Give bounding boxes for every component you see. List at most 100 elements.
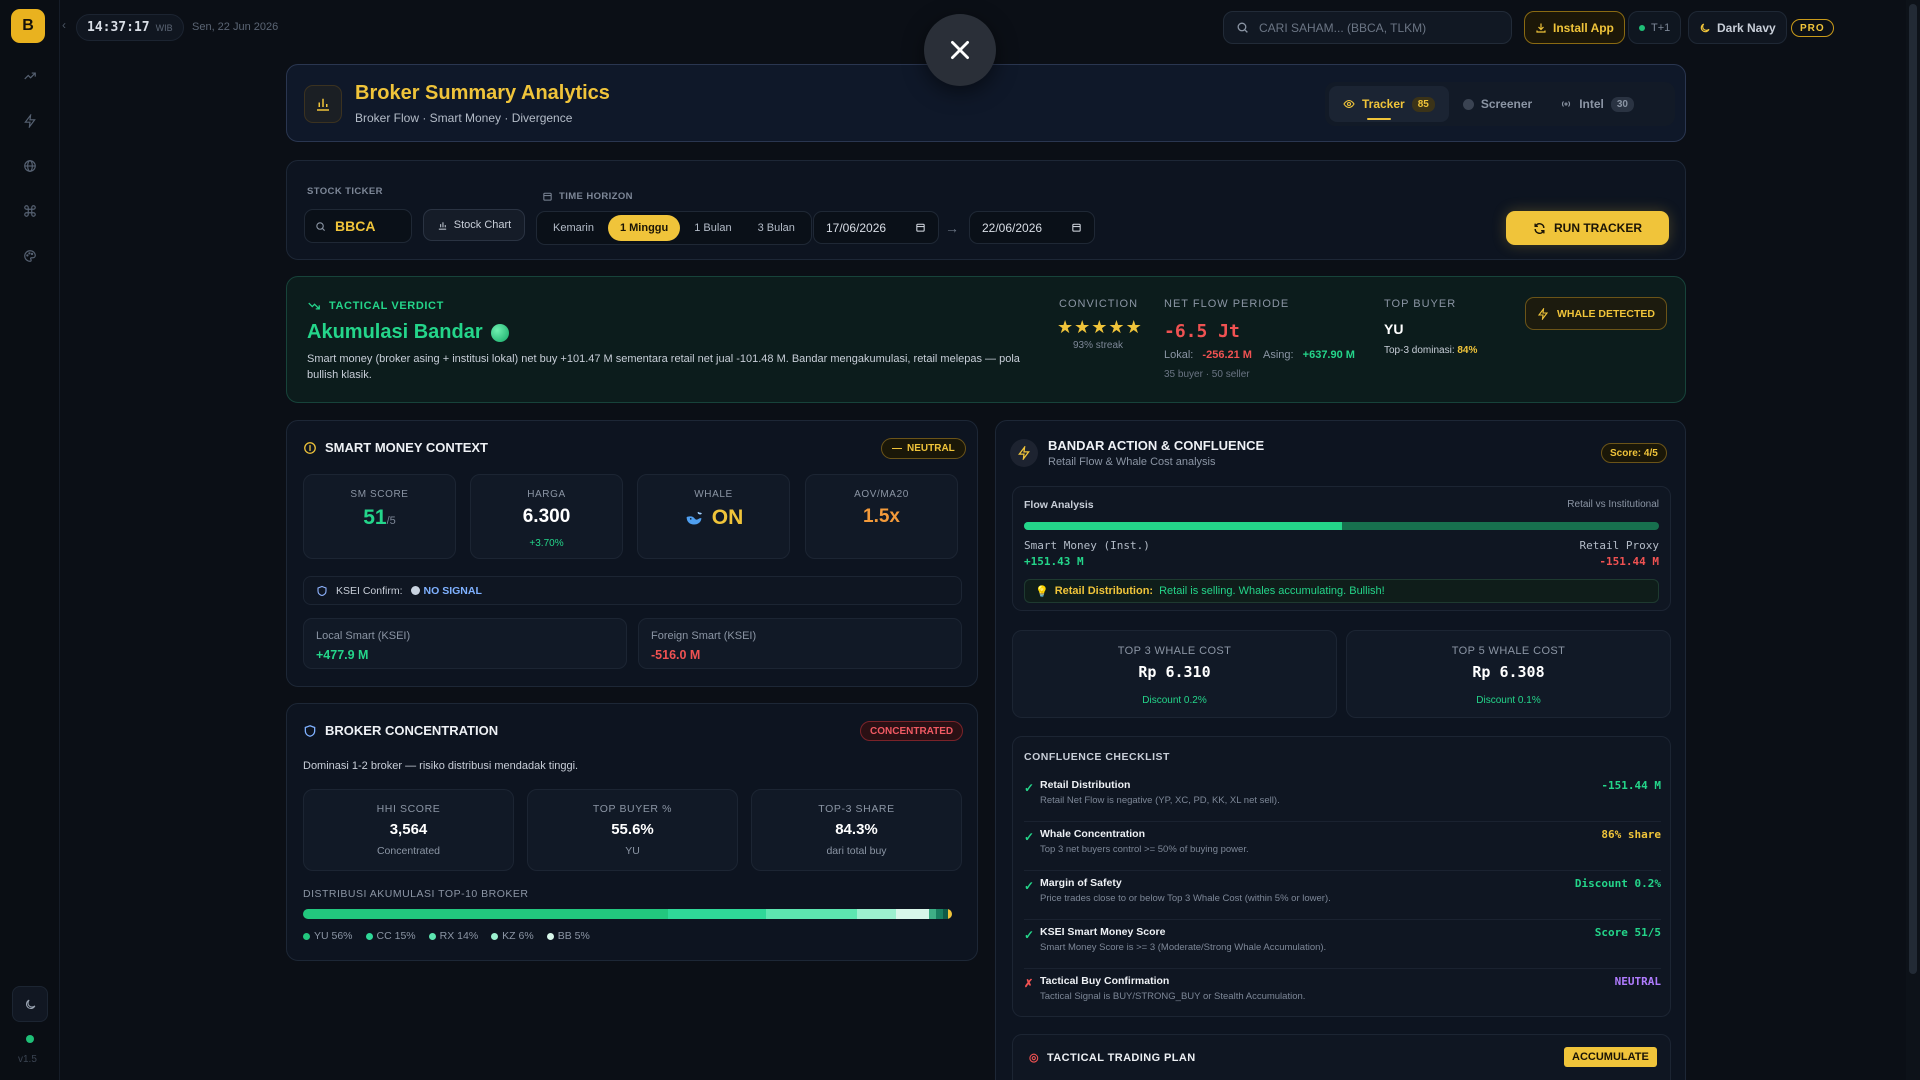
clock-time: 14:37:17 [87,20,150,35]
horizon-option[interactable]: 3 Bulan [746,215,807,241]
tile-value: 1.5x [863,506,900,527]
ksei-status: NO SIGNAL [410,585,482,597]
smart-money-header: SMART MONEY CONTEXT [303,440,488,455]
install-app-button[interactable]: Install App [1524,11,1625,44]
whale-detected-badge[interactable]: WHALE DETECTED [1525,297,1667,330]
tile-value: 6.300 [522,506,571,527]
chevron-left-icon[interactable]: ‹ [62,18,66,32]
checklist-title: CONFLUENCE CHECKLIST [1024,751,1170,763]
distribution-segment [667,909,766,919]
app-logo[interactable]: B [11,9,45,43]
settlement-badge[interactable]: T+1 [1628,11,1682,44]
star-icon: ★ [1125,317,1143,337]
palette-icon[interactable] [18,244,42,268]
horizon-selector: Kemarin 1 Minggu 1 Bulan 3 Bulan [536,211,812,245]
refresh-icon [1534,222,1545,234]
shield-icon [317,585,327,596]
tile-value: 55.6% [611,821,654,838]
checklist-item-desc: Smart Money Score is >= 3 (Moderate/Stro… [1040,942,1327,953]
bandar-action-card: BANDAR ACTION & CONFLUENCE Retail Flow &… [995,420,1686,1080]
scrollbar-thumb[interactable] [1909,4,1917,974]
verdict-kicker: TACTICAL VERDICT [307,299,444,313]
distribution-segment [765,909,857,919]
checklist-item: ✓ Whale Concentration Top 3 net buyers con… [1024,823,1661,871]
broker-concentration-header: BROKER CONCENTRATION [303,723,498,738]
checklist-item-name: KSEI Smart Money Score [1040,926,1166,938]
smart-money-fill [1024,522,1342,530]
legend-item: BB 5% [546,930,590,942]
scrollbar[interactable] [1906,0,1920,1080]
alert-text: Retail is selling. Whales accumulating. … [1159,585,1385,597]
tab-intel[interactable]: Intel 30 [1546,86,1648,122]
top-buyer-pct-tile: TOP BUYER % 55.6% YU [527,789,738,871]
tile-label: HHI SCORE [376,803,441,815]
search-box[interactable] [1223,11,1512,44]
top-buyer-value: YU [1384,321,1404,337]
verdict-title: Akumulasi Bandar [307,321,509,344]
sm-score-tile: SM SCORE 51/5 [303,474,456,559]
local-smart-box: Local Smart (KSEI) +477.9 M [303,618,627,669]
tile-label: WHALE [694,489,733,500]
flow-analysis-caption: Retail vs Institutional [1567,499,1659,510]
conviction-label: CONVICTION [1059,298,1139,310]
theme-select-button[interactable]: Dark Navy [1688,11,1787,44]
screener-icon [1462,98,1474,110]
lightning-icon[interactable] [18,109,42,133]
theme-toggle-button[interactable] [12,986,48,1022]
checklist-item-desc: Price trades close to or below Top 3 Wha… [1040,893,1331,904]
distribution-segment [856,909,896,919]
ticker-value: BBCA [335,218,376,234]
tile-label: SM SCORE [350,489,409,500]
broker-concentration-card: BROKER CONCENTRATION CONCENTRATED Domina… [286,703,978,961]
flow-balance-bar [1024,522,1659,530]
trend-icon[interactable] [18,64,42,88]
tactical-plan-panel: ◎ TACTICAL TRADING PLAN ACCUMULATE [1012,1034,1671,1080]
date-to-input[interactable]: 22/06/2026 [969,211,1095,244]
run-tracker-button[interactable]: RUN TRACKER [1506,211,1669,245]
globe-icon[interactable] [18,154,42,178]
tile-value: Rp 6.310 [1138,663,1211,681]
horizon-option-active[interactable]: 1 Minggu [607,215,681,241]
status-dot [26,1035,34,1043]
tile-sub: Discount 0.2% [1142,695,1207,706]
tile-label: HARGA [527,489,566,500]
asing-value: +637.90 M [1302,349,1355,361]
neutral-badge-label: NEUTRAL [907,443,955,454]
tab-screener[interactable]: Screener [1449,86,1546,122]
horizon-option[interactable]: Kemarin [541,215,606,241]
star-icon: ★ [1108,317,1126,337]
horizon-option[interactable]: 1 Bulan [682,215,743,241]
local-smart-label: Local Smart (KSEI) [316,630,411,642]
date-from-input[interactable]: 17/06/2026 [813,211,939,244]
tactical-plan-title: TACTICAL TRADING PLAN [1047,1051,1196,1064]
chart-icon [438,221,446,230]
harga-tile: HARGA 6.300 +3.70% [470,474,623,559]
foreign-smart-box: Foreign Smart (KSEI) -516.0 M [638,618,962,669]
clock: 14:37:17 WIB [76,14,184,41]
calendar-icon[interactable] [915,222,926,233]
score-badge: Score: 4/5 [1601,443,1667,463]
top3-value: 84% [1457,345,1478,356]
top3-dominance: Top-3 dominasi: 84% [1384,345,1477,356]
checklist-item-desc: Top 3 net buyers control >= 50% of buyin… [1040,844,1249,855]
command-icon[interactable] [18,199,42,223]
tab-tracker[interactable]: Tracker 85 [1329,86,1449,122]
view-tabs: Tracker 85 Screener Intel 30 [1325,82,1675,126]
tile-label: TOP BUYER % [592,803,673,815]
net-flow-label: NET FLOW PERIODE [1164,298,1290,310]
stock-chart-button[interactable]: Stock Chart [423,209,525,241]
tile-sub: Discount 0.1% [1476,695,1541,706]
top-buyer-label: TOP BUYER [1384,298,1457,310]
legend-label: RX 14% [439,930,479,942]
status-dot [410,586,420,595]
tab-label: Tracker [1362,97,1405,111]
dash-icon: — [892,443,902,454]
bandar-subtitle: Retail Flow & Whale Cost analysis [1048,456,1216,468]
ticker-input[interactable]: BBCA [304,209,412,243]
close-button[interactable] [924,14,996,86]
star-icon: ★ [1057,317,1075,337]
clock-zone: WIB [155,22,173,33]
search-icon [1237,22,1248,33]
search-input[interactable] [1259,20,1489,35]
calendar-icon[interactable] [1071,222,1082,233]
